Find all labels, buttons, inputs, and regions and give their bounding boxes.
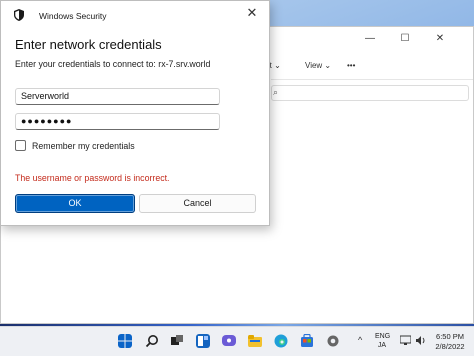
widgets-icon[interactable] <box>196 334 210 348</box>
view-button[interactable]: View ⌄ <box>305 61 331 70</box>
ok-button[interactable]: OK <box>15 194 135 213</box>
search-icon: ⌕ <box>273 87 279 97</box>
store-icon[interactable] <box>300 334 314 348</box>
search-icon[interactable] <box>145 334 159 348</box>
language-code: ENG <box>375 333 391 340</box>
chat-icon[interactable] <box>222 334 236 348</box>
chevron-up-icon[interactable]: ^ <box>358 335 362 345</box>
dialog-title: Enter network credentials <box>15 37 162 52</box>
edge-browser-icon[interactable] <box>274 334 288 348</box>
more-options-button[interactable]: ••• <box>347 61 355 70</box>
task-view-icon[interactable] <box>170 334 184 348</box>
shield-icon <box>14 9 24 21</box>
file-explorer-icon[interactable] <box>248 334 262 348</box>
dialog-titlebar: Windows Security ✕ <box>1 1 269 29</box>
clock-date: 2/8/2022 <box>435 342 465 351</box>
close-icon[interactable]: ✕ <box>243 4 261 22</box>
close-icon[interactable]: ✕ <box>433 32 447 46</box>
explorer-toolbar: rt ⌄ View ⌄ ••• <box>267 57 473 80</box>
network-icon[interactable] <box>400 335 411 346</box>
error-message: The username or password is incorrect. <box>15 173 170 183</box>
cancel-button[interactable]: Cancel <box>139 194 256 213</box>
settings-gear-icon[interactable] <box>326 334 340 348</box>
checkbox-box[interactable] <box>15 140 26 151</box>
dialog-subtitle: Enter your credentials to connect to: rx… <box>15 59 211 69</box>
taskbar: ^ ENG JA 6:50 PM 2/8/2022 <box>0 326 474 356</box>
clock-time: 6:50 PM <box>436 332 464 341</box>
maximize-icon[interactable]: ☐ <box>398 32 412 46</box>
ime-code: JA <box>377 342 387 349</box>
username-field[interactable]: Serverworld <box>15 88 220 105</box>
password-field[interactable]: ●●●●●●●● <box>15 113 220 130</box>
input-language-indicator[interactable]: ENG JA <box>375 332 391 350</box>
volume-icon[interactable] <box>415 335 426 346</box>
system-clock[interactable]: 6:50 PM 2/8/2022 <box>430 332 470 352</box>
explorer-titlebar: — ☐ ✕ <box>273 27 473 51</box>
app-name: Windows Security <box>39 11 107 21</box>
remember-credentials-label: Remember my credentials <box>32 141 135 151</box>
minimize-icon[interactable]: — <box>363 32 377 46</box>
credentials-dialog: Windows Security ✕ Enter network credent… <box>0 0 270 226</box>
start-icon[interactable] <box>118 334 132 348</box>
address-bar[interactable] <box>271 85 469 101</box>
